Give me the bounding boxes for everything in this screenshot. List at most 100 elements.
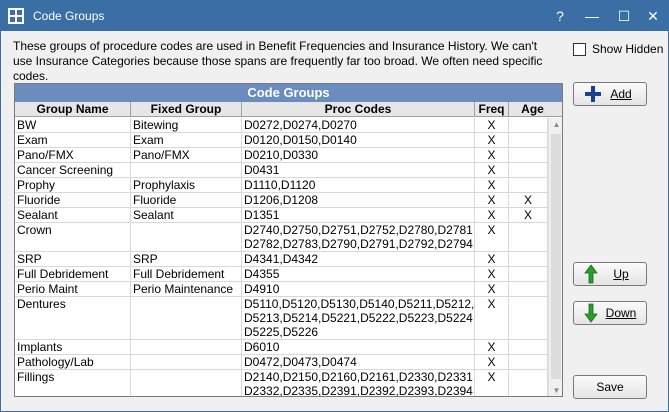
cell-proc-codes: D4910 xyxy=(242,282,475,296)
cell-fixed-group: Exam xyxy=(131,133,242,147)
cell-freq: X xyxy=(475,370,509,396)
table-row[interactable]: Full Debridement Full Debridement D4355 X xyxy=(15,267,548,282)
cell-age xyxy=(509,118,548,132)
up-button[interactable]: Up xyxy=(573,262,647,286)
cell-group-name: Sealant xyxy=(15,208,131,222)
cell-group-name: Prophy xyxy=(15,178,131,192)
show-hidden-toggle[interactable]: Show Hidden xyxy=(573,42,663,56)
cell-freq: X xyxy=(475,163,509,177)
scroll-down-icon[interactable]: ▼ xyxy=(549,384,562,396)
title-bar[interactable]: Code Groups ? — ☐ ✕ xyxy=(1,1,668,31)
cell-proc-codes: D1110,D1120 xyxy=(242,178,475,192)
cell-fixed-group xyxy=(131,355,242,369)
green-arrow-down-icon xyxy=(584,303,598,323)
table-row[interactable]: SRP SRP D4341,D4342 X xyxy=(15,252,548,267)
column-header-fixed-group[interactable]: Fixed Group xyxy=(131,102,242,116)
cell-fixed-group xyxy=(131,297,242,339)
cell-age xyxy=(509,252,548,266)
cell-fixed-group: Pano/FMX xyxy=(131,148,242,162)
cell-fixed-group: Full Debridement xyxy=(131,267,242,281)
table-row[interactable]: Exam Exam D0120,D0150,D0140 X xyxy=(15,133,548,148)
table-row[interactable]: Fluoride Fluoride D1206,D1208 X X xyxy=(15,193,548,208)
add-button[interactable]: Add xyxy=(573,82,647,106)
cell-freq: X xyxy=(475,282,509,296)
table-row[interactable]: Fillings D2140,D2150,D2160,D2161,D2330,D2… xyxy=(15,370,548,396)
app-grid-icon xyxy=(8,8,24,24)
table-row[interactable]: Dentures D5110,D5120,D5130,D5140,D5211,D5… xyxy=(15,297,548,340)
maximize-button[interactable]: ☐ xyxy=(608,1,640,31)
cell-proc-codes: D1351 xyxy=(242,208,475,222)
save-button[interactable]: Save xyxy=(573,375,647,399)
cell-age xyxy=(509,355,548,369)
cell-freq: X xyxy=(475,133,509,147)
cell-group-name: BW xyxy=(15,118,131,132)
code-groups-window: Code Groups ? — ☐ ✕ These groups of proc… xyxy=(0,0,669,412)
column-header-proc-codes[interactable]: Proc Codes xyxy=(242,102,475,116)
cell-fixed-group: Fluoride xyxy=(131,193,242,207)
close-button[interactable]: ✕ xyxy=(637,1,669,31)
scroll-thumb[interactable] xyxy=(551,134,561,379)
cell-fixed-group: Perio Maintenance xyxy=(131,282,242,296)
cell-proc-codes: D0272,D0274,D0270 xyxy=(242,118,475,132)
table-row[interactable]: Pathology/Lab D0472,D0473,D0474 X xyxy=(15,355,548,370)
cell-group-name: Perio Maint xyxy=(15,282,131,296)
table-row[interactable]: Perio Maint Perio Maintenance D4910 X xyxy=(15,282,548,297)
cell-proc-codes: D0472,D0473,D0474 xyxy=(242,355,475,369)
column-header-age[interactable]: Age xyxy=(509,102,556,116)
table-row[interactable]: Cancer Screening D0431 X xyxy=(15,163,548,178)
grid-header: Group Name Fixed Group Proc Codes Freq A… xyxy=(15,102,562,117)
cell-freq: X xyxy=(475,208,509,222)
cell-freq: X xyxy=(475,267,509,281)
cell-age xyxy=(509,163,548,177)
table-row[interactable]: BW Bitewing D0272,D0274,D0270 X xyxy=(15,118,548,133)
column-header-freq[interactable]: Freq xyxy=(475,102,509,116)
cell-group-name: Crown xyxy=(15,223,131,251)
grid-rows: BW Bitewing D0272,D0274,D0270 X Exam Exam D012… xyxy=(15,118,548,396)
grid-title: Code Groups xyxy=(15,84,562,102)
cell-fixed-group: Sealant xyxy=(131,208,242,222)
down-button-label: Down xyxy=(605,306,637,320)
cell-freq: X xyxy=(475,223,509,251)
cell-age xyxy=(509,297,548,339)
column-header-group-name[interactable]: Group Name xyxy=(15,102,131,116)
cell-proc-codes: D1206,D1208 xyxy=(242,193,475,207)
cell-group-name: Pathology/Lab xyxy=(15,355,131,369)
table-row[interactable]: Implants D6010 X xyxy=(15,340,548,355)
help-button[interactable]: ? xyxy=(544,1,576,31)
cell-proc-codes: D0120,D0150,D0140 xyxy=(242,133,475,147)
cell-age xyxy=(509,370,548,396)
window-title: Code Groups xyxy=(33,9,105,23)
cell-fixed-group xyxy=(131,340,242,354)
minimize-button[interactable]: — xyxy=(576,1,608,31)
green-arrow-up-icon xyxy=(584,264,598,284)
table-row[interactable]: Pano/FMX Pano/FMX D0210,D0330 X xyxy=(15,148,548,163)
show-hidden-checkbox[interactable] xyxy=(573,42,586,56)
down-button[interactable]: Down xyxy=(573,301,647,325)
cell-proc-codes: D0210,D0330 xyxy=(242,148,475,162)
client-area: These groups of procedure codes are used… xyxy=(1,31,668,411)
scroll-up-icon[interactable]: ▲ xyxy=(549,118,562,131)
cell-fixed-group xyxy=(131,223,242,251)
cell-group-name: Fillings xyxy=(15,370,131,396)
table-row[interactable]: Crown D2740,D2750,D2751,D2752,D2780,D2781… xyxy=(15,223,548,252)
cell-age xyxy=(509,267,548,281)
cell-age xyxy=(509,223,548,251)
vertical-scrollbar[interactable]: ▲ ▼ xyxy=(548,118,562,396)
table-row[interactable]: Prophy Prophylaxis D1110,D1120 X xyxy=(15,178,548,193)
cell-freq: X xyxy=(475,118,509,132)
cell-freq: X xyxy=(475,178,509,192)
cell-freq: X xyxy=(475,252,509,266)
cell-freq: X xyxy=(475,355,509,369)
cell-proc-codes: D6010 xyxy=(242,340,475,354)
cell-group-name: Cancer Screening xyxy=(15,163,131,177)
show-hidden-label: Show Hidden xyxy=(592,42,664,56)
cell-group-name: Implants xyxy=(15,340,131,354)
cell-group-name: Dentures xyxy=(15,297,131,339)
cell-group-name: SRP xyxy=(15,252,131,266)
table-row[interactable]: Sealant Sealant D1351 X X xyxy=(15,208,548,223)
cell-age: X xyxy=(509,193,548,207)
cell-age xyxy=(509,148,548,162)
cell-age xyxy=(509,282,548,296)
plus-icon xyxy=(585,86,601,102)
cell-fixed-group xyxy=(131,163,242,177)
